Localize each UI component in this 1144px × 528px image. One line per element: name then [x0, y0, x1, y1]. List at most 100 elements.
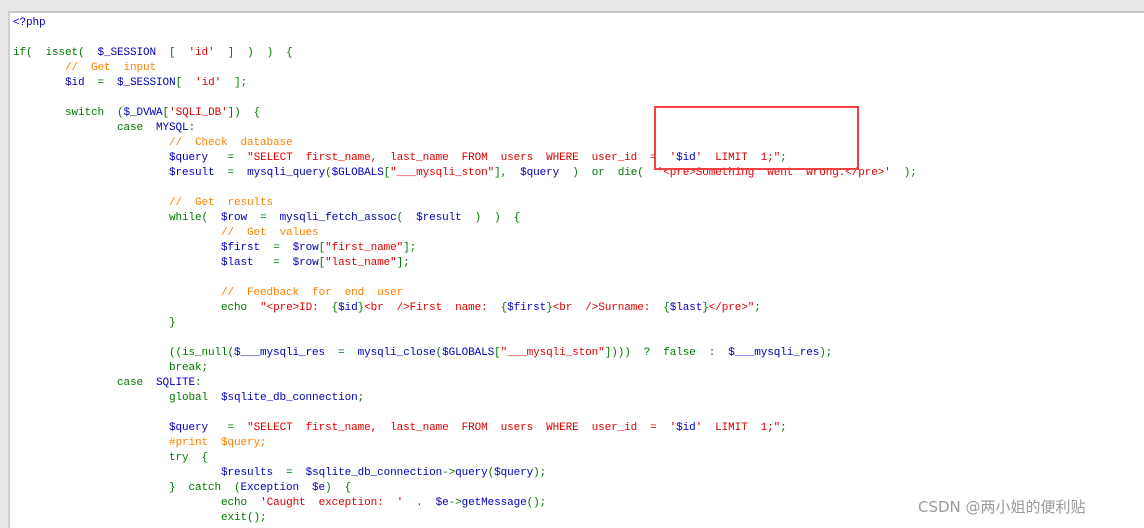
- code-token: ];: [234, 77, 248, 89]
- code-token: break;: [169, 362, 209, 374]
- code-token: "___mysqli_ston": [390, 167, 495, 179]
- code-token: $id: [676, 422, 696, 434]
- code-token: exit();: [221, 512, 267, 524]
- code-line: ((is_null($___mysqli_res = mysqli_close(…: [13, 346, 917, 361]
- code-token: MYSQL: [156, 122, 189, 134]
- code-token: [: [169, 47, 189, 59]
- code-token: 'SQLI_DB': [169, 107, 228, 119]
- code-token: </pre>": [708, 302, 755, 314]
- code-token: $sqlite_db_connection: [221, 392, 358, 404]
- code-token: ' LIMIT 1;": [695, 422, 781, 434]
- code-token: getMessage: [461, 497, 527, 509]
- code-token: global: [169, 392, 222, 404]
- code-token: (: [396, 212, 417, 224]
- code-token: <?php: [13, 17, 46, 29]
- code-token: $result: [169, 167, 228, 179]
- code-token: case: [117, 122, 157, 134]
- code-token: $query: [494, 467, 534, 479]
- code-token: $___mysqli_res: [234, 347, 339, 359]
- code-token: $row: [221, 212, 261, 224]
- code-token: =: [260, 212, 280, 224]
- code-line: // Feedback for end user: [13, 286, 917, 301]
- code-token: 'id': [195, 77, 235, 89]
- code-token: $query: [169, 152, 228, 164]
- code-token: ) {: [325, 482, 352, 494]
- code-token: =: [227, 422, 248, 434]
- code-token: $_DVWA: [123, 107, 163, 119]
- code-line: // Get results: [13, 196, 917, 211]
- code-line: while( $row = mysqli_fetch_assoc( $resul…: [13, 211, 917, 226]
- code-token: $_SESSION: [97, 47, 170, 59]
- code-token: switch (: [65, 107, 124, 119]
- code-token: $row: [292, 242, 319, 254]
- code-line: // Get input: [13, 61, 917, 76]
- code-token: $e: [435, 497, 449, 509]
- code-token: .: [416, 497, 436, 509]
- code-line: break;: [13, 361, 917, 376]
- code-token: "___mysqli_ston": [500, 347, 605, 359]
- code-token: $GLOBALS: [442, 347, 495, 359]
- code-token: "SELECT first_name, last_name FROM users…: [247, 152, 677, 164]
- code-line: $first = $row["first_name"];: [13, 241, 917, 256]
- code-line: case SQLITE:: [13, 376, 917, 391]
- code-token: =: [97, 77, 118, 89]
- code-token: ->: [448, 497, 462, 509]
- code-token: SQLITE: [156, 377, 196, 389]
- code-token: mysqli_query: [247, 167, 326, 179]
- code-line: <?php: [13, 16, 917, 31]
- code-token: <br />Surname:: [552, 302, 664, 314]
- code-line: try {: [13, 451, 917, 466]
- code-token: $query: [169, 422, 228, 434]
- code-token: $result: [416, 212, 475, 224]
- code-token: // Check database: [169, 137, 293, 149]
- code-token: // Get results: [169, 197, 274, 209]
- code-token: ->: [442, 467, 456, 479]
- code-token: );: [819, 347, 833, 359]
- code-token: $sqlite_db_connection: [305, 467, 443, 479]
- code-token: ];: [396, 257, 410, 269]
- code-token: ],: [494, 167, 521, 179]
- code-token: $last: [221, 257, 274, 269]
- code-token: =: [273, 257, 293, 269]
- code-token: query: [455, 467, 488, 479]
- code-line: global $sqlite_db_connection;: [13, 391, 917, 406]
- code-token: ;: [780, 422, 787, 434]
- code-line: echo 'Caught exception: ' . $e->getMessa…: [13, 496, 917, 511]
- code-token: "SELECT first_name, last_name FROM users…: [247, 422, 677, 434]
- code-token: ]))) ? false :: [604, 347, 729, 359]
- code-token: $query: [520, 167, 573, 179]
- code-token: $___mysqli_res: [728, 347, 820, 359]
- code-token: ((is_null(: [169, 347, 235, 359]
- code-token: 'Caught exception: ': [260, 497, 417, 509]
- code-line: $last = $row["last_name"];: [13, 256, 917, 271]
- code-token: } catch (: [169, 482, 241, 494]
- code-token: $results: [221, 467, 287, 479]
- code-line: }: [13, 316, 917, 331]
- code-token: ();: [526, 497, 547, 509]
- code-token: // Get input: [65, 62, 157, 74]
- code-line: // Get values: [13, 226, 917, 241]
- code-token: $first: [221, 242, 274, 254]
- code-token: :: [188, 122, 196, 134]
- code-token: $id: [338, 302, 358, 314]
- code-token: ) ) {: [474, 212, 521, 224]
- code-token: #print $query;: [169, 437, 267, 449]
- code-line: exit();: [13, 511, 917, 526]
- code-token: ] ) ) {: [227, 47, 293, 59]
- code-line: $query = "SELECT first_name, last_name F…: [13, 421, 917, 436]
- code-token: }: [169, 317, 176, 329]
- code-token: $first: [507, 302, 547, 314]
- code-token: $GLOBALS: [331, 167, 384, 179]
- code-line: $id = $_SESSION[ 'id' ];: [13, 76, 917, 91]
- code-token: =: [338, 347, 358, 359]
- code-line: $results = $sqlite_db_connection->query(…: [13, 466, 917, 481]
- code-token: $_SESSION: [117, 77, 176, 89]
- highlight-annotation-box: [654, 106, 859, 170]
- php-source-code: <?php if( isset( $_SESSION [ 'id' ] ) ) {…: [13, 16, 917, 526]
- code-token: try {: [169, 452, 209, 464]
